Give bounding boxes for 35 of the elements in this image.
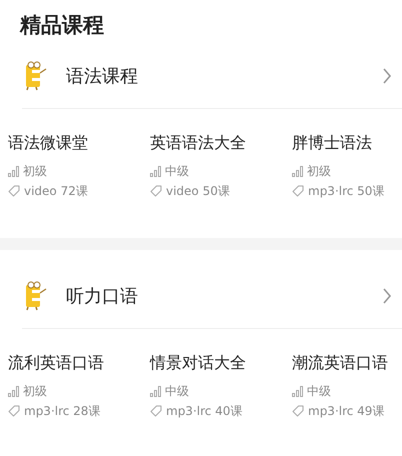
tag-icon (292, 185, 304, 197)
chevron-right-icon[interactable] (382, 288, 392, 304)
tag-icon (8, 185, 20, 197)
tag-icon (8, 405, 20, 417)
course-level: 中级 (165, 163, 189, 179)
course-level: 中级 (165, 383, 189, 399)
signal-bars-icon (8, 386, 19, 396)
section-title[interactable]: 语法课程 (66, 64, 382, 88)
tag-icon (150, 405, 162, 417)
course-info: video 72课 (24, 183, 88, 199)
course-level: 中级 (307, 383, 331, 399)
course-title[interactable]: 语法微课堂 (8, 133, 150, 153)
signal-bars-icon (150, 386, 161, 396)
course-info: video 50课 (166, 183, 230, 199)
course-info: mp3·lrc 28课 (24, 403, 100, 419)
signal-bars-icon (150, 166, 161, 176)
tag-icon (292, 405, 304, 417)
course-title[interactable]: 潮流英语口语 (292, 353, 402, 373)
course-title[interactable]: 情景对话大全 (150, 353, 292, 373)
signal-bars-icon (292, 386, 303, 396)
course-level: 初级 (23, 163, 47, 179)
course-level: 初级 (23, 383, 47, 399)
course-info: mp3·lrc 40课 (166, 403, 242, 419)
course-level: 初级 (307, 163, 331, 179)
signal-bars-icon (8, 166, 19, 176)
tag-icon (150, 185, 162, 197)
course-info: mp3·lrc 49课 (308, 403, 384, 419)
chevron-right-icon[interactable] (382, 68, 392, 84)
course-title[interactable]: 胖博士语法 (292, 133, 402, 153)
signal-bars-icon (292, 166, 303, 176)
page-title: 精品课程 (18, 12, 105, 39)
course-info: mp3·lrc 50课 (308, 183, 384, 199)
section-title[interactable]: 听力口语 (66, 284, 382, 308)
course-title[interactable]: 流利英语口语 (8, 353, 150, 373)
course-title[interactable]: 英语语法大全 (150, 133, 292, 153)
